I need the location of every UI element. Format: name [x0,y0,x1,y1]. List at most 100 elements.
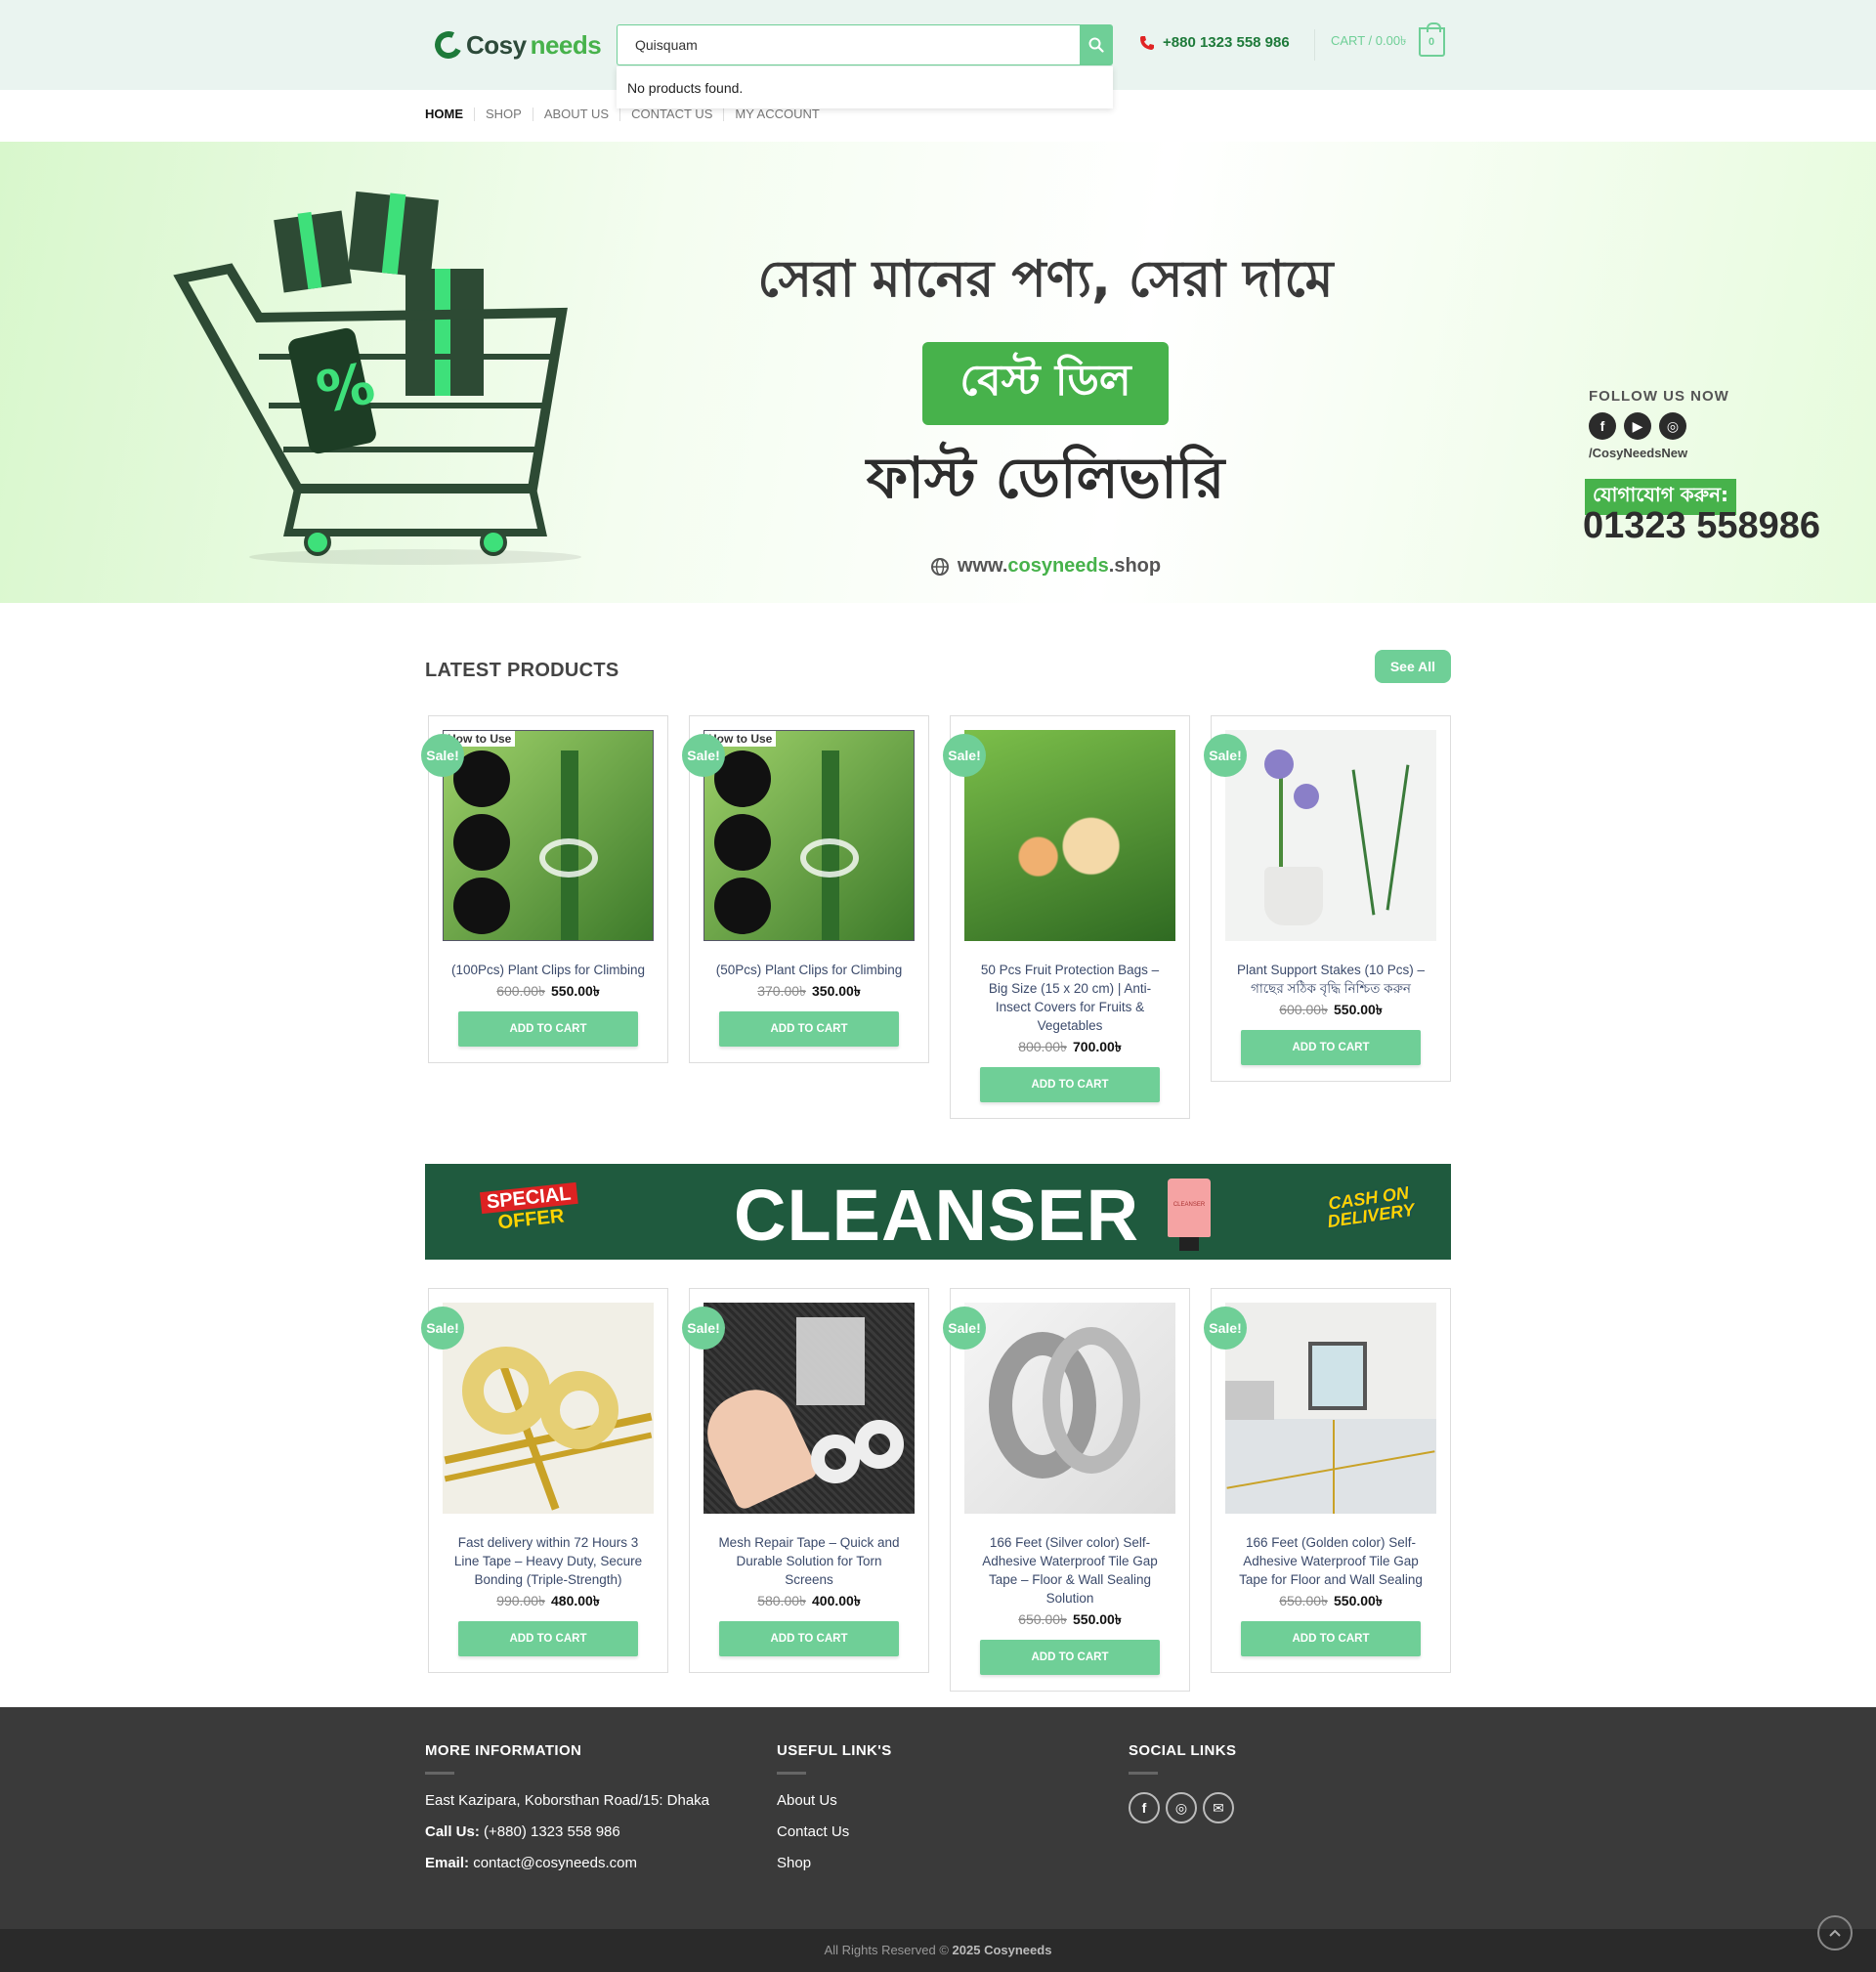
add-to-cart-button[interactable]: ADD TO CART [980,1640,1160,1675]
special-offer-badge: SPECIAL OFFER [479,1181,580,1235]
price-new: 480.00৳ [551,1593,600,1608]
product-image[interactable]: How to Use [704,730,915,941]
product-card[interactable]: Sale! How to Use (100Pcs) Plant Clips fo… [421,715,668,1063]
product-title[interactable]: Mesh Repair Tape – Quick and Durable Sol… [704,1533,915,1589]
shopping-cart-illustration-icon: % [173,191,581,565]
product-image[interactable] [964,1303,1175,1514]
product-title[interactable]: 50 Pcs Fruit Protection Bags – Big Size … [964,961,1175,1035]
add-to-cart-button[interactable]: ADD TO CART [980,1067,1160,1102]
cart-count: 0 [1428,36,1435,48]
product-title[interactable]: 166 Feet (Silver color) Self-Adhesive Wa… [964,1533,1175,1608]
email-icon[interactable]: ✉ [1203,1792,1234,1823]
product-title[interactable]: Plant Support Stakes (10 Pcs) – গাছের সঠ… [1225,961,1436,998]
footer-link-about[interactable]: About Us [777,1792,892,1809]
latest-products-title: LATEST PRODUCTS [425,660,619,681]
hero-banner[interactable]: % সেরা মানের পণ্য, সেরা দামে বেস্ট ডিল ফ… [0,142,1876,603]
price-new: 400.00৳ [812,1593,861,1608]
header-phone[interactable]: +880 1323 558 986 [1139,34,1290,51]
product-card[interactable]: Sale! 166 Feet (Golden color) Self-Adhes… [1204,1288,1451,1673]
instagram-icon[interactable]: ◎ [1166,1792,1197,1823]
cleanser-promo-banner[interactable]: SPECIAL OFFER CLEANSER CLEANSER CASH ON … [425,1164,1451,1260]
see-all-button[interactable]: See All [1374,650,1451,683]
footer-title-underline [425,1772,454,1775]
product-title[interactable]: Fast delivery within 72 Hours 3 Line Tap… [443,1533,654,1589]
price-new: 550.00৳ [1334,1593,1383,1608]
product-title[interactable]: (50Pcs) Plant Clips for Climbing [704,961,915,979]
header-divider [1314,29,1315,61]
search-results-dropdown: No products found. [617,66,1113,108]
price-new: 350.00৳ [812,983,861,999]
search-button[interactable] [1080,24,1113,65]
footer-social-title: SOCIAL LINKS [1129,1742,1237,1759]
footer-title-underline [1129,1772,1158,1775]
product-card[interactable]: Sale! Fast delivery within 72 Hours 3 Li… [421,1288,668,1673]
add-to-cart-button[interactable]: ADD TO CART [719,1011,899,1047]
product-image[interactable] [443,1303,654,1514]
product-grid-row-1: Sale! How to Use (100Pcs) Plant Clips fo… [421,715,1451,1119]
footer-address: East Kazipara, Koborsthan Road/15: Dhaka [425,1792,710,1809]
price-new: 700.00৳ [1073,1039,1122,1054]
search-input[interactable] [617,24,1080,65]
cart-button[interactable]: CART / 0.00৳ 0 [1331,22,1445,57]
instagram-icon: ◎ [1659,412,1686,440]
footer-email: Email: contact@cosyneeds.com [425,1855,709,1871]
main-nav: HOME SHOP ABOUT US CONTACT US MY ACCOUNT [425,107,831,121]
add-to-cart-button[interactable]: ADD TO CART [1241,1030,1421,1065]
sale-badge: Sale! [682,734,725,777]
hero-best-deal-badge: বেস্ট ডিল [922,342,1169,425]
product-title[interactable]: (100Pcs) Plant Clips for Climbing [443,961,654,979]
product-card[interactable]: Sale! 166 Feet (Silver color) Self-Adhes… [943,1288,1190,1692]
footer: MORE INFORMATION East Kazipara, Koborsth… [0,1707,1876,1929]
nav-home[interactable]: HOME [425,107,474,121]
nav-shop[interactable]: SHOP [474,107,533,121]
product-image[interactable] [964,730,1175,941]
product-price: 370.00৳ 350.00৳ [704,980,915,1004]
svg-text:%: % [311,350,380,427]
footer-link-shop[interactable]: Shop [777,1855,892,1871]
phone-icon [1140,35,1154,50]
hero-url-prefix: www. [957,555,1008,577]
product-image[interactable] [1225,1303,1436,1514]
product-image[interactable] [704,1303,915,1514]
social-handle: /CosyNeedsNew [1589,446,1688,460]
price-old: 800.00৳ [1018,1039,1067,1054]
price-old: 580.00৳ [757,1593,806,1608]
add-to-cart-button[interactable]: ADD TO CART [1241,1621,1421,1656]
facebook-icon[interactable]: f [1129,1792,1160,1823]
site-logo[interactable]: Cosy needs [431,27,602,63]
product-card[interactable]: Sale! 50 Pcs Fruit Protection Bags – Big… [943,715,1190,1119]
product-card[interactable]: Sale! Mesh Repair Tape – Quick and Durab… [682,1288,929,1673]
product-card[interactable]: Sale! How to Use (50Pcs) Plant Clips for… [682,715,929,1063]
product-image[interactable] [1225,730,1436,941]
product-price: 600.00৳ 550.00৳ [1225,999,1436,1022]
globe-icon [930,557,949,576]
price-old: 650.00৳ [1018,1611,1067,1627]
add-to-cart-button[interactable]: ADD TO CART [719,1621,899,1656]
logo-text-needs: needs [530,29,602,60]
footer-call-label: Call Us: [425,1823,480,1840]
product-card[interactable]: Sale! Plant Support Stakes (10 Pcs) – গা… [1204,715,1451,1082]
follow-label: FOLLOW US NOW [1589,388,1729,405]
add-to-cart-button[interactable]: ADD TO CART [458,1011,638,1047]
nav-about[interactable]: ABOUT US [532,107,619,121]
product-price: 800.00৳ 700.00৳ [964,1036,1175,1059]
nav-my-account[interactable]: MY ACCOUNT [723,107,830,121]
logo-text-cosy: Cosy [466,29,527,60]
sale-badge: Sale! [1204,734,1247,777]
hero-url-tld: .shop [1108,555,1162,577]
footer-more-title: MORE INFORMATION [425,1742,582,1759]
footer-email-label: Email: [425,1855,470,1871]
back-to-top-button[interactable] [1817,1915,1853,1951]
product-title[interactable]: 166 Feet (Golden color) Self-Adhesive Wa… [1225,1533,1436,1589]
footer-call: Call Us: (+880) 1323 558 986 [425,1823,709,1840]
hero-website: www.cosyneeds.shop [684,555,1407,578]
footer-social-links: SOCIAL LINKS f ◎ ✉ [1129,1742,1236,1823]
nav-contact[interactable]: CONTACT US [619,107,723,121]
cleanser-tube-label: CLEANSER [1172,1202,1206,1208]
footer-link-contact[interactable]: Contact Us [777,1823,892,1840]
hero-text: সেরা মানের পণ্য, সেরা দামে বেস্ট ডিল ফাস… [684,239,1407,578]
sale-badge: Sale! [421,1307,464,1350]
add-to-cart-button[interactable]: ADD TO CART [458,1621,638,1656]
product-image[interactable]: How to Use [443,730,654,941]
product-price: 650.00৳ 550.00৳ [1225,1590,1436,1613]
